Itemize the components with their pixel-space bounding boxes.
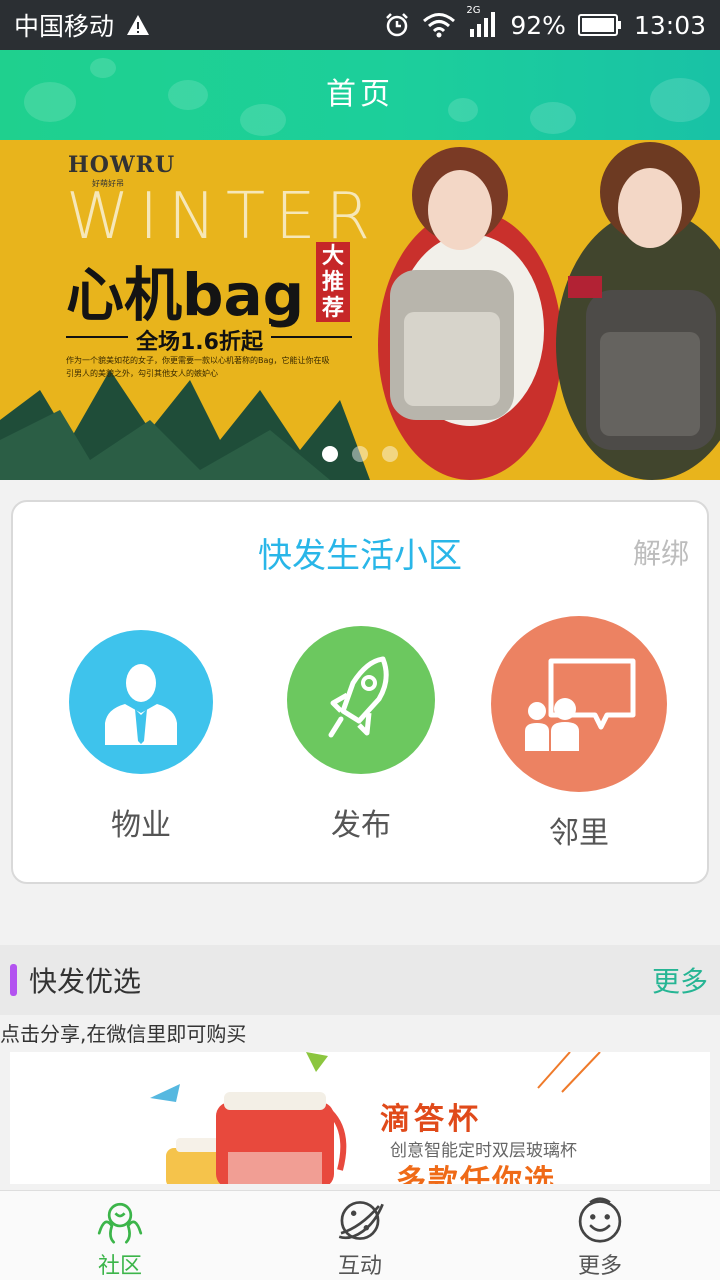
wifi-icon [422, 12, 456, 38]
manager-icon [69, 630, 213, 774]
network-type-label: 2G [466, 5, 481, 16]
banner-description: 作为一个貌美如花的女子，你更需要一款以心机著称的Bag，它能让你在吸引男人的美貌… [66, 356, 330, 378]
tab-community[interactable]: 社区 [0, 1191, 240, 1280]
tab-interact[interactable]: 互动 [240, 1191, 480, 1280]
rocket-icon [287, 626, 435, 774]
more-link[interactable]: 更多 [652, 960, 708, 1000]
banner-headline: 心机bag [66, 261, 305, 329]
battery-icon [577, 13, 622, 37]
featured-section-header: 快发优选 更多 [0, 945, 720, 1015]
carrier-label: 中国移动 [14, 12, 115, 41]
clock: 13:03 [633, 10, 706, 40]
title-bar: 首页 [0, 50, 720, 140]
neighbors-icon [491, 616, 667, 792]
promo-banner[interactable]: HOWRU 好萌好吊 WINTER 心机bag 大推荐 全场1.6折起 作为一个… [0, 140, 720, 480]
tab-label: 互动 [337, 1254, 382, 1279]
banner-promo: 全场1.6折起 [128, 324, 271, 356]
status-bar: 中国移动 2G 92% 13:03 [0, 0, 720, 50]
product-banner[interactable]: 滴答杯 创意智能定时双层玻璃杯 多款任你选 [10, 1052, 710, 1184]
alarm-icon [384, 12, 410, 38]
page-title: 首页 [326, 77, 394, 112]
product-artwork [150, 1052, 601, 1184]
tab-more[interactable]: 更多 [480, 1191, 720, 1280]
planet-icon [338, 1201, 384, 1240]
service-label: 物业 [111, 808, 171, 843]
tab-label: 社区 [97, 1254, 142, 1279]
product-slogan: 多款任你选 [396, 1164, 556, 1184]
alert-icon [126, 14, 150, 36]
signal-icon: 2G [466, 5, 498, 39]
product-name: 滴答杯 [380, 1102, 482, 1137]
property-service-button[interactable]: 物业 [69, 630, 213, 844]
section-title: 快发优选 [29, 965, 142, 998]
service-label: 邻里 [549, 816, 609, 851]
carousel-dot[interactable] [352, 446, 368, 462]
smiley-icon [578, 1197, 622, 1243]
share-tip: 点击分享,在微信里即可购买 [0, 1022, 247, 1046]
community-card: 快发生活小区 解绑 物业 发布 邻里 [11, 500, 709, 884]
tab-label: 更多 [577, 1254, 622, 1279]
brand-logo: HOWRU [68, 152, 176, 178]
banner-tag: 大推荐 [316, 242, 350, 322]
carousel-dot[interactable] [382, 446, 398, 462]
battery-percent: 92% [510, 10, 566, 40]
bottom-tab-bar: 社区 互动 更多 [0, 1190, 720, 1280]
carousel-indicator [0, 446, 720, 462]
unbind-button[interactable]: 解绑 [633, 532, 689, 572]
community-title: 快发生活小区 [258, 536, 462, 576]
service-label: 发布 [331, 808, 391, 843]
neighbors-service-button[interactable]: 邻里 [491, 616, 667, 852]
publish-service-button[interactable]: 发布 [287, 626, 435, 844]
carousel-dot[interactable] [322, 446, 338, 462]
section-accent-bar [10, 964, 17, 996]
community-icon [97, 1202, 143, 1244]
